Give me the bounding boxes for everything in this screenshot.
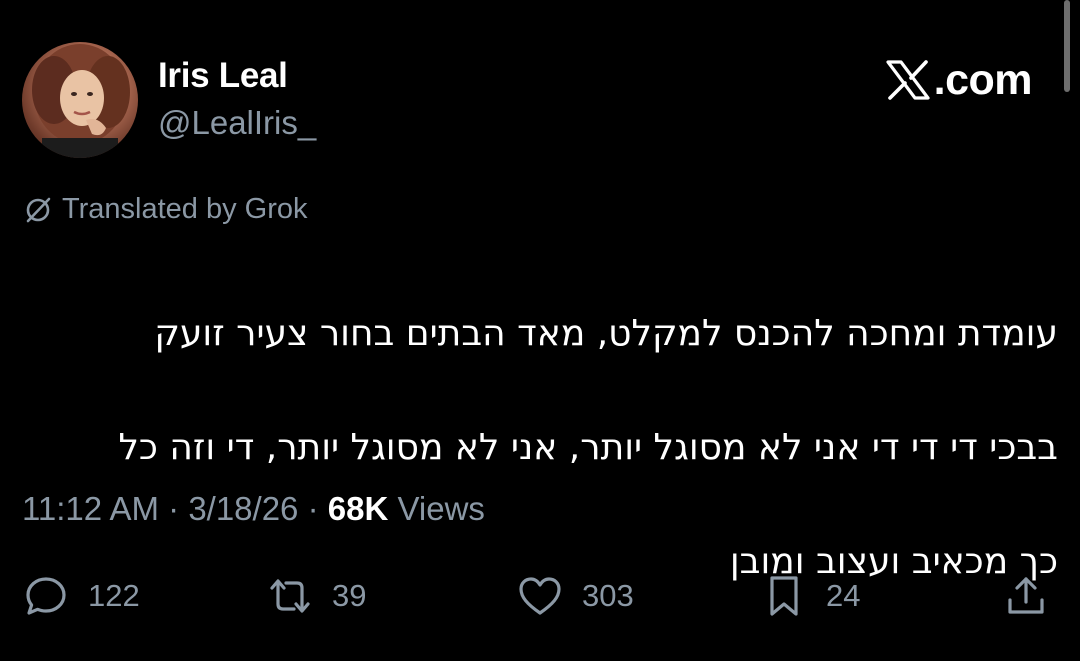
like-count: 303 <box>582 578 634 613</box>
views-count[interactable]: 68K <box>328 490 389 527</box>
user-handle[interactable]: @LealIris_ <box>158 102 316 144</box>
repost-icon <box>266 572 314 620</box>
share-icon <box>1002 572 1050 620</box>
bookmark-icon <box>760 572 808 620</box>
meta-separator: · <box>298 490 328 527</box>
tweet-text-line: בבכי די די די אני לא מסוגל יותר, אני לא … <box>118 427 1058 468</box>
display-name[interactable]: Iris Leal <box>158 56 316 96</box>
scrollbar[interactable] <box>1064 0 1070 92</box>
tweet-date[interactable]: 3/18/26 <box>188 490 298 527</box>
tweet-meta: 11:12 AM · 3/18/26 · 68K Views <box>22 486 485 532</box>
translation-notice[interactable]: Translated by Grok <box>22 193 308 226</box>
share-button[interactable] <box>1002 566 1050 626</box>
translation-label: Translated by Grok <box>62 193 308 225</box>
repost-button[interactable]: 39 <box>266 566 366 626</box>
bookmark-count: 24 <box>826 578 861 613</box>
user-block[interactable]: Iris Leal @LealIris_ <box>158 56 316 144</box>
tweet-text-line: עומדת ומחכה להכנס למקלט, מאד הבתים בחור … <box>154 313 1058 354</box>
tweet-time[interactable]: 11:12 AM <box>22 490 159 527</box>
translate-slash-icon <box>22 194 54 226</box>
views-label: Views <box>388 490 485 527</box>
x-logo-icon <box>884 59 932 101</box>
meta-separator: · <box>158 490 189 527</box>
brand-mark: .com <box>884 56 1033 104</box>
brand-text: .com <box>933 56 1033 104</box>
reply-button[interactable]: 122 <box>22 566 140 626</box>
heart-icon <box>516 572 564 620</box>
reply-count: 122 <box>88 578 140 613</box>
avatar[interactable] <box>22 42 138 158</box>
action-bar: 122 39 303 24 <box>22 566 1058 626</box>
like-button[interactable]: 303 <box>516 566 634 626</box>
tweet-header: Iris Leal @LealIris_ .com <box>22 42 1058 158</box>
reply-icon <box>22 572 70 620</box>
repost-count: 39 <box>332 578 367 613</box>
avatar-portrait-icon <box>32 44 130 158</box>
bookmark-button[interactable]: 24 <box>760 566 860 626</box>
